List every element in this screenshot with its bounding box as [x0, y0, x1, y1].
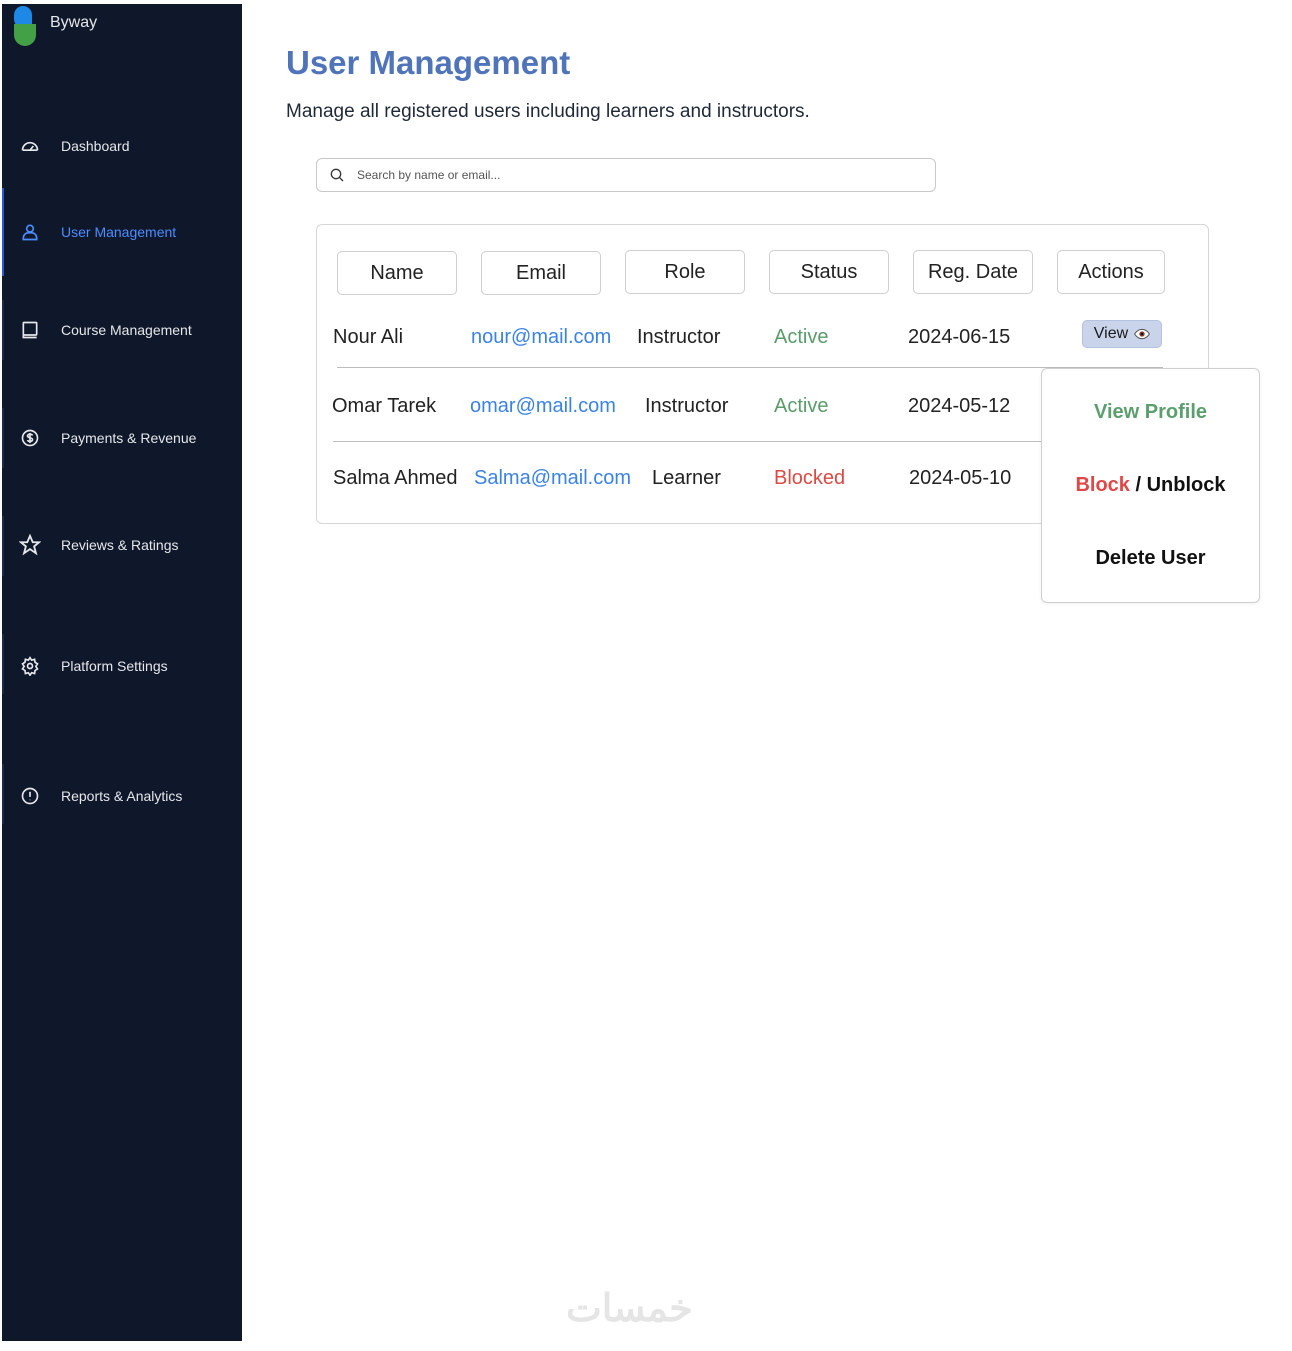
sidebar: Byway Dashboard User Management Course M…: [2, 4, 242, 1341]
cell-name: Omar Tarek: [332, 395, 437, 417]
sidebar-item-payments-revenue[interactable]: Payments & Revenue: [2, 416, 242, 460]
sidebar-item-label: Reviews & Ratings: [61, 537, 179, 553]
cell-email[interactable]: Salma@mail.com: [474, 467, 631, 490]
sidebar-item-label: Payments & Revenue: [61, 430, 197, 446]
eye-icon: [1134, 328, 1151, 340]
search-bar: [316, 158, 936, 192]
column-header-reg-date[interactable]: Reg. Date: [913, 250, 1033, 294]
view-actions-button[interactable]: View: [1082, 320, 1162, 348]
cell-status: Blocked: [774, 467, 846, 489]
brand[interactable]: Byway: [12, 4, 97, 48]
column-header-email[interactable]: Email: [481, 251, 601, 295]
gear-icon: [19, 655, 41, 677]
cell-status: Active: [774, 395, 829, 417]
sidebar-item-platform-settings[interactable]: Platform Settings: [2, 644, 242, 688]
watermark: خمسات: [566, 1288, 693, 1330]
star-icon: [19, 534, 41, 556]
search-input[interactable]: [355, 167, 899, 183]
cell-reg-date: 2024-05-12: [908, 395, 1011, 417]
cell-name: Nour Ali: [333, 326, 404, 348]
sidebar-item-reviews-ratings[interactable]: Reviews & Ratings: [2, 523, 242, 567]
sidebar-item-label: Platform Settings: [61, 658, 168, 674]
view-button-label: View: [1093, 325, 1129, 342]
row-divider: [337, 367, 1163, 368]
sidebar-item-label: User Management: [61, 224, 177, 240]
row-divider: [333, 441, 1163, 442]
cell-name: Salma Ahmed: [333, 467, 458, 489]
cell-role: Learner: [652, 467, 721, 489]
page-subtitle: Manage all registered users including le…: [286, 101, 810, 122]
cell-email[interactable]: omar@mail.com: [470, 395, 616, 418]
cell-reg-date: 2024-05-10: [909, 467, 1012, 489]
cell-role: Instructor: [637, 326, 721, 348]
sidebar-item-reports-analytics[interactable]: Reports & Analytics: [2, 774, 242, 818]
unblock-label: Unblock: [1146, 474, 1226, 496]
column-header-role[interactable]: Role: [625, 250, 745, 294]
brand-name: Byway: [50, 14, 98, 31]
column-header-status[interactable]: Status: [769, 250, 889, 294]
menu-item-delete-user[interactable]: Delete User: [1042, 547, 1259, 570]
block-separator: /: [1129, 474, 1147, 496]
cell-email[interactable]: nour@mail.com: [471, 326, 611, 349]
sidebar-item-course-management[interactable]: Course Management: [2, 308, 242, 352]
sidebar-item-label: Course Management: [61, 322, 192, 338]
actions-dropdown-menu: View Profile Block / Unblock Delete User: [1041, 368, 1260, 603]
column-header-actions[interactable]: Actions: [1057, 250, 1165, 294]
column-header-name[interactable]: Name: [337, 251, 457, 295]
sidebar-item-dashboard[interactable]: Dashboard: [2, 124, 242, 168]
sidebar-item-label: Dashboard: [61, 138, 130, 154]
user-icon: [19, 221, 41, 243]
dashboard-gauge-icon: [19, 135, 41, 157]
menu-item-block-unblock[interactable]: Block / Unblock: [1042, 474, 1259, 497]
block-label: Block: [1075, 474, 1130, 496]
sidebar-item-user-management[interactable]: User Management: [2, 188, 242, 276]
cell-reg-date: 2024-06-15: [908, 326, 1011, 348]
book-icon: [19, 319, 41, 341]
sidebar-item-label: Reports & Analytics: [61, 788, 183, 804]
page-title: User Management: [286, 44, 571, 81]
byway-logo-icon: [12, 4, 38, 48]
cell-status: Active: [774, 326, 829, 348]
menu-item-view-profile[interactable]: View Profile: [1042, 401, 1259, 424]
cell-role: Instructor: [645, 395, 729, 417]
alert-circle-icon: [19, 785, 41, 807]
search-icon: [329, 167, 345, 183]
dollar-circle-icon: [19, 427, 41, 449]
